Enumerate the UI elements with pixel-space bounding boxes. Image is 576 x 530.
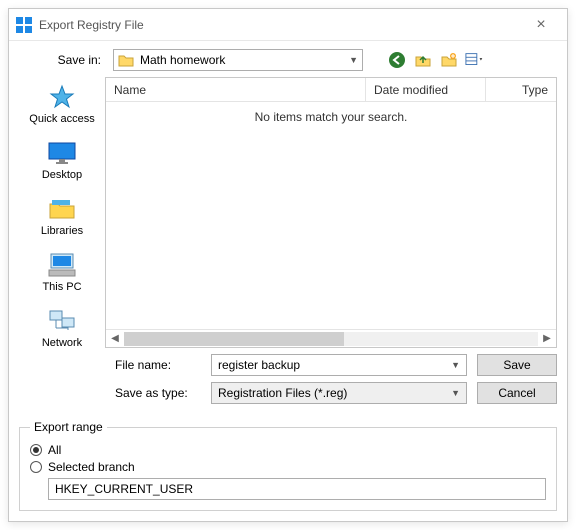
savein-value: Math homework xyxy=(140,53,349,67)
file-list: Name Date modified Type No items match y… xyxy=(105,77,557,348)
radio-selected-row[interactable]: Selected branch xyxy=(30,460,546,474)
filename-label: File name: xyxy=(115,358,201,372)
app-icon xyxy=(15,16,33,34)
new-folder-icon[interactable] xyxy=(439,50,459,70)
libraries-icon xyxy=(46,195,78,223)
col-date[interactable]: Date modified xyxy=(366,78,486,101)
radio-all-label: All xyxy=(48,443,61,457)
col-type[interactable]: Type xyxy=(486,78,556,101)
export-registry-dialog: Export Registry File × Save in: Math hom… xyxy=(8,8,568,522)
up-folder-icon[interactable] xyxy=(413,50,433,70)
toolbar-icons xyxy=(387,50,485,70)
window-title: Export Registry File xyxy=(39,18,521,32)
folder-icon xyxy=(118,53,134,67)
cancel-button[interactable]: Cancel xyxy=(477,382,557,404)
export-range-group: Export range All Selected branch HKEY_CU… xyxy=(19,420,557,511)
place-label: Desktop xyxy=(42,169,82,181)
scroll-left-icon[interactable]: ◀ xyxy=(106,333,124,344)
savein-row: Save in: Math homework ▼ xyxy=(9,41,567,77)
horizontal-scrollbar[interactable]: ◀ ▶ xyxy=(106,329,556,347)
empty-message: No items match your search. xyxy=(255,110,408,124)
filename-value: register backup xyxy=(218,358,451,372)
back-icon[interactable] xyxy=(387,50,407,70)
place-label: Quick access xyxy=(29,113,94,125)
place-libraries[interactable]: Libraries xyxy=(41,195,83,237)
view-menu-icon[interactable] xyxy=(465,50,485,70)
radio-all[interactable] xyxy=(30,444,42,456)
fields-area: File name: register backup ▼ Save Save a… xyxy=(9,348,567,420)
radio-selected[interactable] xyxy=(30,461,42,473)
saveastype-value: Registration Files (*.reg) xyxy=(218,386,451,400)
place-thispc[interactable]: This PC xyxy=(42,251,81,293)
saveastype-label: Save as type: xyxy=(115,386,201,400)
titlebar: Export Registry File × xyxy=(9,9,567,41)
branch-input[interactable]: HKEY_CURRENT_USER xyxy=(48,478,546,500)
place-label: This PC xyxy=(42,281,81,293)
savein-label: Save in: xyxy=(19,53,107,67)
chevron-down-icon: ▼ xyxy=(451,360,460,370)
place-desktop[interactable]: Desktop xyxy=(42,139,82,181)
place-label: Libraries xyxy=(41,225,83,237)
filename-input[interactable]: register backup ▼ xyxy=(211,354,467,376)
scroll-thumb[interactable] xyxy=(124,332,344,346)
scroll-track[interactable] xyxy=(124,332,538,346)
list-header: Name Date modified Type xyxy=(106,78,556,102)
close-button[interactable]: × xyxy=(521,16,561,34)
radio-all-row[interactable]: All xyxy=(30,443,546,457)
list-body: No items match your search. xyxy=(106,102,556,329)
col-name[interactable]: Name xyxy=(106,78,366,101)
star-icon xyxy=(46,83,78,111)
body-row: Quick access Desktop Libraries This PC xyxy=(9,77,567,348)
scroll-right-icon[interactable]: ▶ xyxy=(538,333,556,344)
savein-combo[interactable]: Math homework ▼ xyxy=(113,49,363,71)
radio-selected-label: Selected branch xyxy=(48,460,135,474)
desktop-icon xyxy=(46,139,78,167)
place-quick-access[interactable]: Quick access xyxy=(29,83,94,125)
chevron-down-icon: ▼ xyxy=(349,55,358,65)
branch-value: HKEY_CURRENT_USER xyxy=(55,482,193,496)
saveastype-combo[interactable]: Registration Files (*.reg) ▼ xyxy=(211,382,467,404)
pc-icon xyxy=(46,251,78,279)
places-bar: Quick access Desktop Libraries This PC xyxy=(19,77,105,348)
export-range-legend: Export range xyxy=(30,420,107,434)
network-icon xyxy=(46,307,78,335)
chevron-down-icon: ▼ xyxy=(451,388,460,398)
save-button[interactable]: Save xyxy=(477,354,557,376)
place-network[interactable]: Network xyxy=(42,307,82,349)
